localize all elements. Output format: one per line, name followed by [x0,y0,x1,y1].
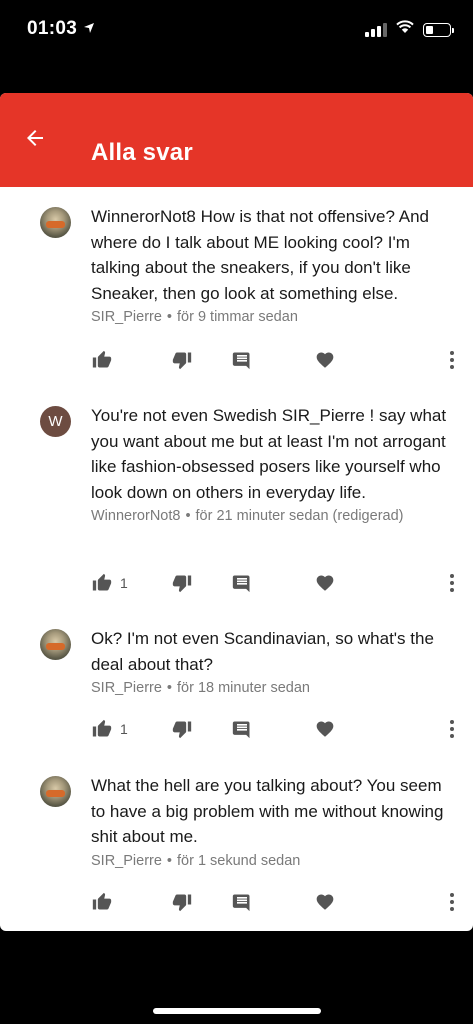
reply-button[interactable] [232,714,252,744]
app-header: Alla svar [0,93,473,187]
comment-author[interactable]: SIR_Pierre [91,853,162,869]
replies-card: Alla svar WinnerorNot8 How is that not o… [0,93,473,931]
avatar[interactable]: W [40,406,71,437]
like-button[interactable]: 1 [92,568,128,598]
comment-author[interactable]: SIR_Pierre [91,680,162,696]
meta-separator: • [166,852,172,869]
comment-time: för 1 sekund sedan [177,852,301,869]
more-vert-icon[interactable] [445,568,459,598]
reply-button[interactable] [232,887,252,917]
like-button[interactable]: 1 [92,714,128,744]
avatar-letter: W [48,413,63,430]
comment-item: W You're not even Swedish SIR_Pierre ! s… [0,403,473,524]
thumbs-up-icon [92,719,112,739]
meta-separator: • [166,309,172,325]
wifi-icon [395,20,415,39]
reply-comment-icon [232,892,252,912]
thumbs-up-icon [92,892,112,912]
heart-button[interactable] [315,345,335,375]
reply-button[interactable] [232,568,252,598]
comment-time: för 21 minuter sedan (redigerad) [195,508,404,524]
meta-separator: • [185,508,191,524]
heart-icon [315,350,335,370]
thumbs-down-icon [172,350,192,370]
thumbs-up-icon [92,350,112,370]
comment-text: What the hell are you talking about? You… [91,776,444,846]
comment-text: WinnerorNot8 How is that not offensive? … [91,207,429,303]
heart-icon [315,892,335,912]
comment-time: för 18 minuter sedan [177,680,310,696]
heart-icon [315,719,335,739]
thumbs-down-icon [172,573,192,593]
comment-text: Ok? I'm not even Scandinavian, so what's… [91,629,434,674]
reply-button[interactable] [232,345,252,375]
comment-author[interactable]: SIR_Pierre [91,309,162,325]
like-button[interactable] [92,345,120,375]
avatar[interactable] [40,207,71,238]
dislike-button[interactable] [172,887,192,917]
signal-icon [365,22,387,37]
reply-comment-icon [232,350,252,370]
battery-icon [423,22,454,37]
heart-icon [315,573,335,593]
comment-item: What the hell are you talking about? You… [0,773,473,869]
more-vert-icon[interactable] [445,887,459,917]
home-indicator[interactable] [153,1008,321,1014]
comment-actions [0,345,473,375]
comment-meta: SIR_Pierre • för 9 timmar sedan [91,309,455,325]
avatar[interactable] [40,776,71,807]
comment-actions: 1 [0,568,473,598]
comment-actions [0,887,473,917]
heart-button[interactable] [315,714,335,744]
thumbs-up-icon [92,573,112,593]
comment-time: för 9 timmar sedan [177,309,298,325]
dislike-button[interactable] [172,714,192,744]
location-arrow-icon [83,21,95,37]
like-count: 1 [120,721,128,737]
comment-meta: SIR_Pierre • för 1 sekund sedan [91,853,455,869]
comment-actions: 1 [0,714,473,744]
like-button[interactable] [92,887,120,917]
dislike-button[interactable] [172,568,192,598]
status-time: 01:03 [27,18,78,39]
heart-button[interactable] [315,568,335,598]
reply-comment-icon [232,573,252,593]
comment-meta: WinnerorNot8 • för 21 minuter sedan (redig… [91,508,455,524]
more-vert-icon[interactable] [445,345,459,375]
heart-button[interactable] [315,887,335,917]
page-title: Alla svar [91,139,193,166]
meta-separator: • [166,680,172,696]
more-vert-icon[interactable] [445,714,459,744]
comment-meta: SIR_Pierre • för 18 minuter sedan [91,680,455,696]
dislike-button[interactable] [172,345,192,375]
thumbs-down-icon [172,719,192,739]
thumbs-down-icon [172,892,192,912]
comment-text: You're not even Swedish SIR_Pierre ! say… [91,406,447,502]
reply-comment-icon [232,719,252,739]
comment-item: WinnerorNot8 How is that not offensive? … [0,204,473,325]
arrow-left-icon [23,126,47,155]
avatar[interactable] [40,629,71,660]
comment-item: Ok? I'm not even Scandinavian, so what's… [0,626,473,696]
status-bar: 01:03 [0,0,473,58]
like-count: 1 [120,575,128,591]
comment-author[interactable]: WinnerorNot8 [91,508,180,524]
back-button[interactable] [18,123,52,157]
